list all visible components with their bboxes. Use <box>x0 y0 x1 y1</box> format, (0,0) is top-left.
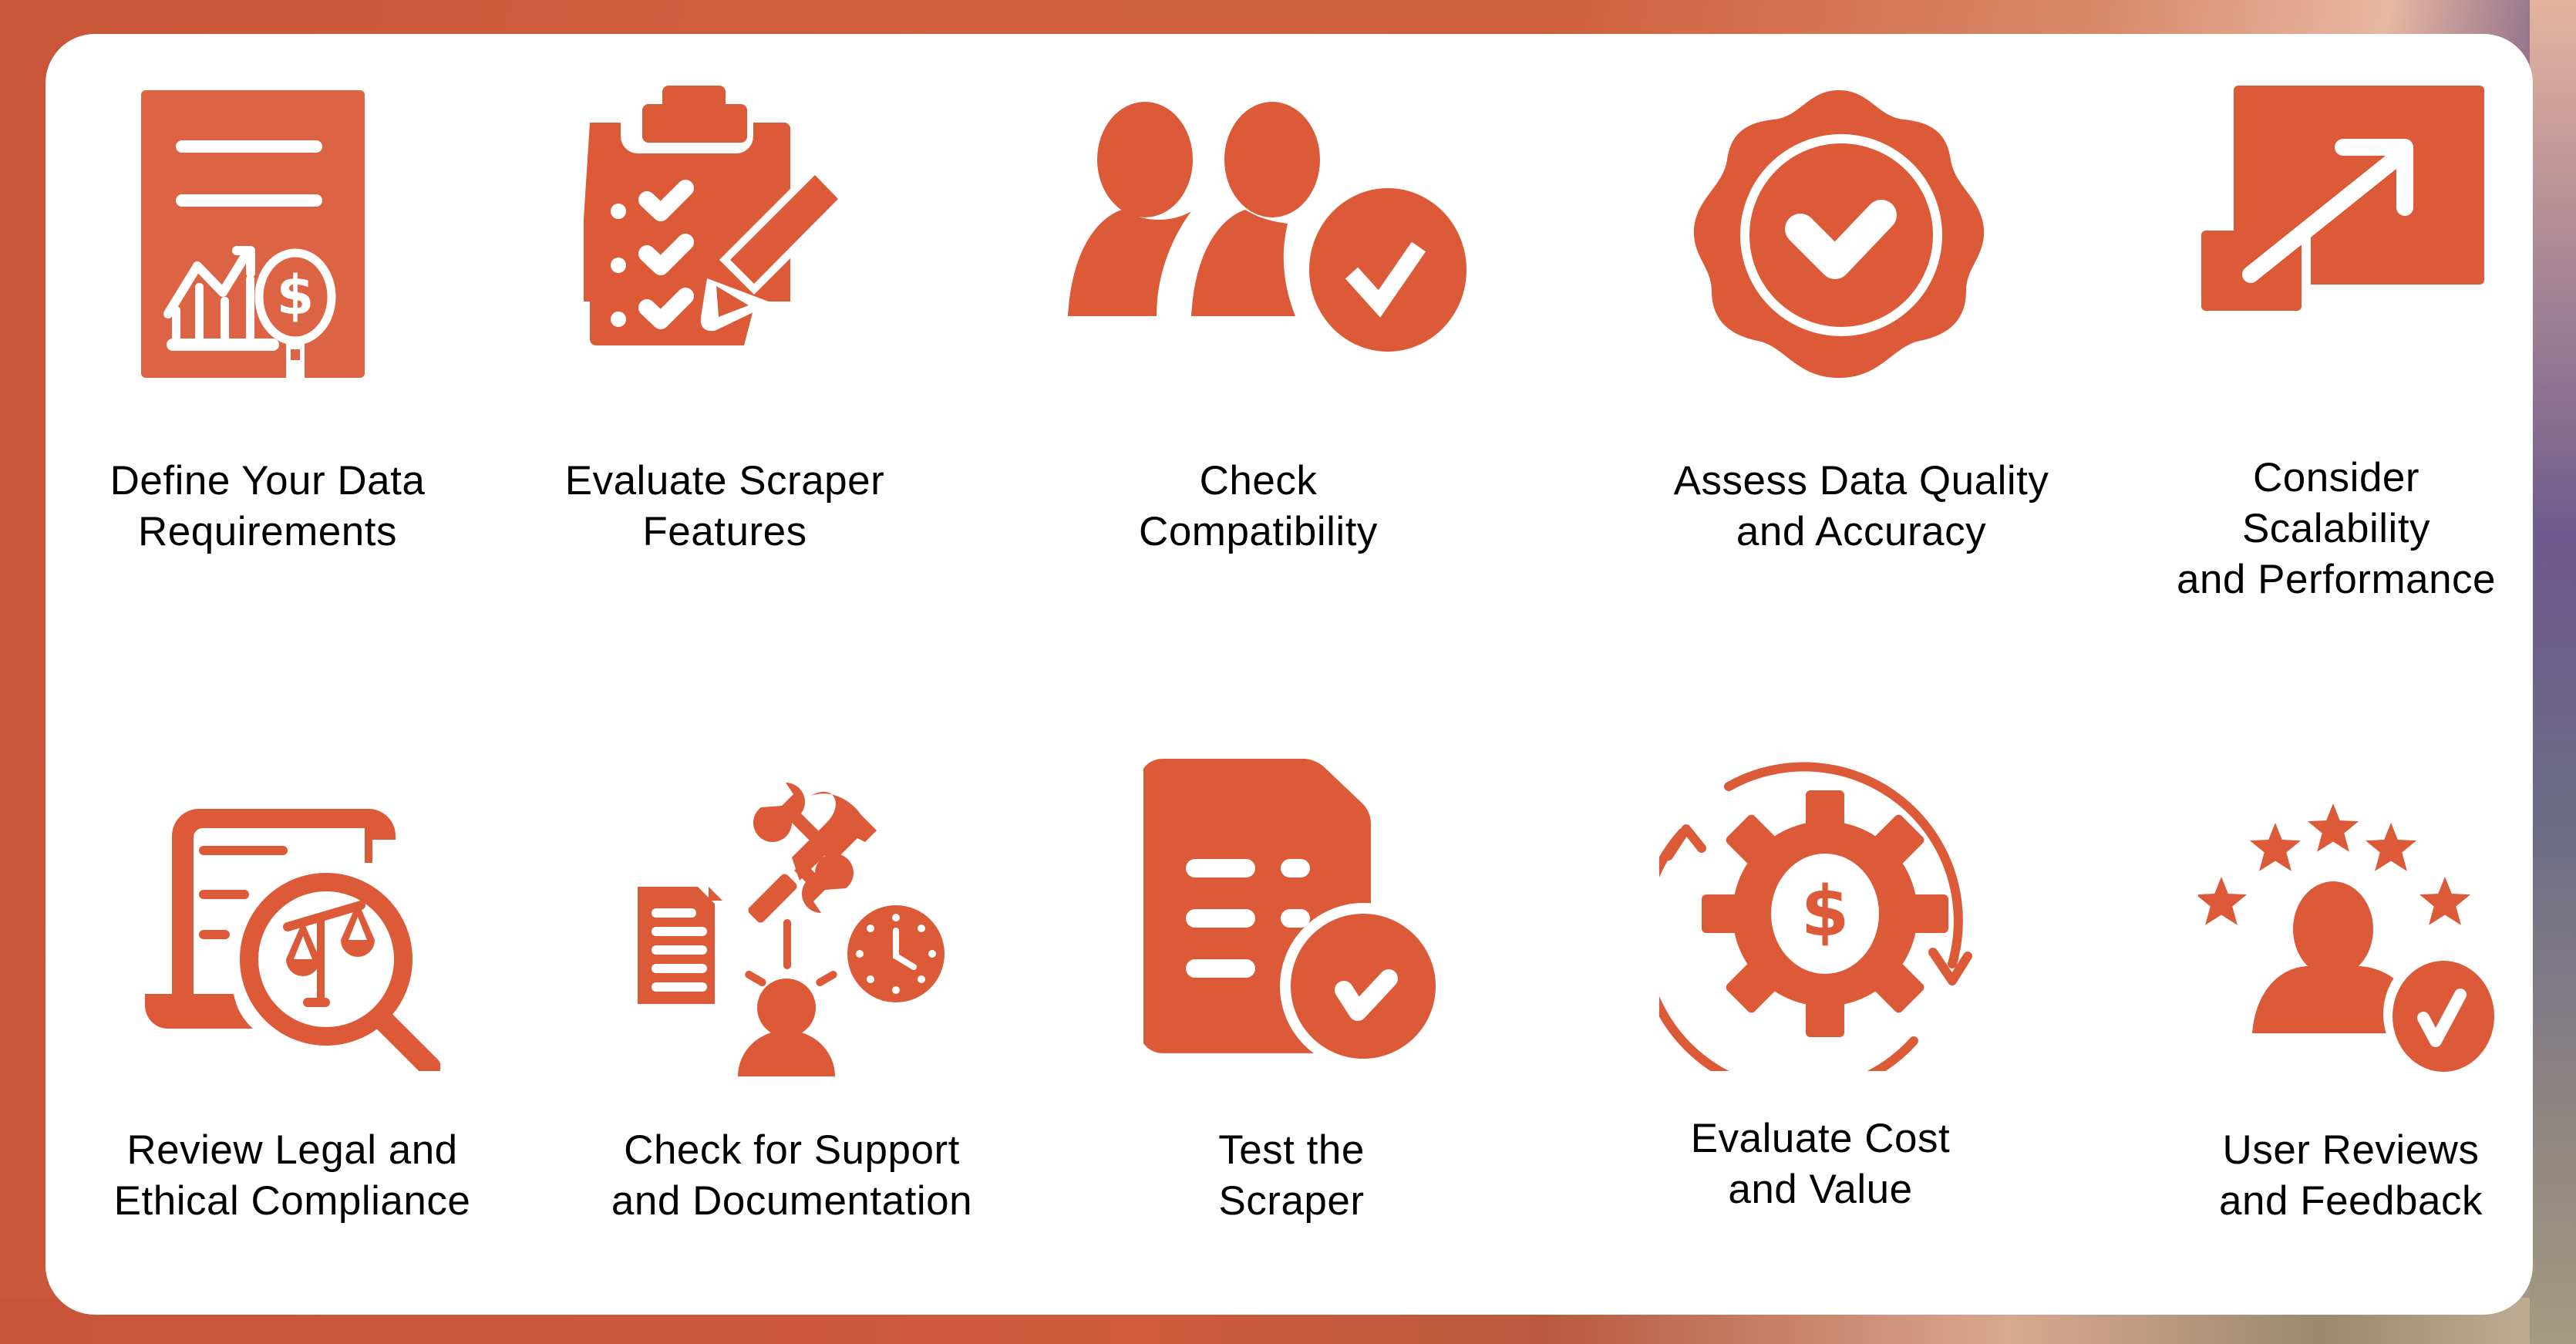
label-line: and Value <box>1728 1167 1913 1212</box>
step-label: Evaluate Cost and Value <box>1691 1113 1950 1215</box>
label-line: Evaluate Cost <box>1690 1116 1951 1161</box>
label-line: Features <box>642 509 807 554</box>
svg-text:$: $ <box>1801 871 1850 952</box>
label-line: Consider <box>2252 455 2420 500</box>
label-line: Check <box>1199 458 1318 504</box>
step-label: Test the Scraper <box>1218 1125 1365 1227</box>
label-line: User Reviews <box>2222 1127 2480 1173</box>
label-line: Scalability <box>2241 506 2431 551</box>
document-chart-dollar-icon: $ <box>141 90 365 378</box>
label-line: Requirements <box>138 509 397 554</box>
step-label: Check Compatibility <box>1139 456 1378 557</box>
label-line: and Documentation <box>611 1178 973 1224</box>
badge-check-icon <box>1692 90 1985 378</box>
label-line: Assess Data Quality <box>1673 458 2049 504</box>
support-tools-clock-person-icon <box>638 773 945 1076</box>
step-label: Review Legal and Ethical Compliance <box>114 1125 471 1227</box>
scale-up-arrow-icon <box>2201 86 2484 371</box>
label-line: Scraper <box>1218 1178 1365 1224</box>
user-stars-check-icon <box>2198 802 2506 1076</box>
label-line: Test the <box>1218 1127 1365 1173</box>
clipboard-checklist-pencil-icon <box>584 86 854 345</box>
label-line: Review Legal and <box>126 1127 458 1173</box>
background-right-strip <box>2530 0 2576 1344</box>
label-line: and Feedback <box>2219 1178 2483 1224</box>
label-line: and Accuracy <box>1736 509 1987 554</box>
label-line: and Performance <box>2176 557 2497 602</box>
step-label: User Reviews and Feedback <box>2219 1125 2483 1227</box>
users-check-icon <box>1068 102 1479 369</box>
step-label: Assess Data Quality and Accuracy <box>1674 456 2049 557</box>
step-label: Consider Scalability and Performance <box>2177 453 2496 605</box>
label-line: Evaluate Scraper <box>564 458 885 504</box>
step-label: Evaluate Scraper Features <box>565 456 885 557</box>
legal-document-scale-magnifier-icon <box>145 805 440 1071</box>
step-label: Check for Support and Documentation <box>611 1125 972 1227</box>
gear-dollar-cycle-icon: $ <box>1659 756 1985 1071</box>
label-line: Compatibility <box>1139 509 1378 554</box>
svg-text:$: $ <box>277 264 315 327</box>
step-label: Define Your Data Requirements <box>110 456 426 557</box>
label-line: Ethical Compliance <box>113 1178 471 1224</box>
label-line: Check for Support <box>624 1127 960 1173</box>
label-line: Define Your Data <box>109 458 426 504</box>
document-check-icon <box>1143 759 1440 1059</box>
